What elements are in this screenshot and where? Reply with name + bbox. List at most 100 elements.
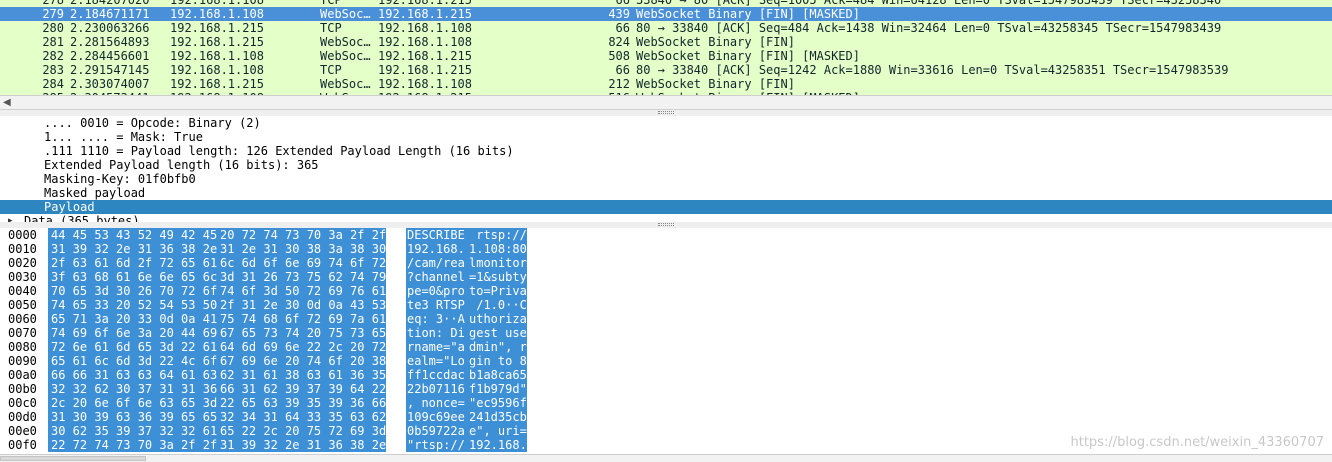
packet-len: 508 [608,49,630,63]
hex-bytes-first: 70 65 3d 30 26 70 72 6f [51,284,218,298]
detail-row[interactable]: .... 0010 = Opcode: Binary (2) [0,116,1332,130]
bytes-row[interactable]: 0010 31 39 32 2e 31 36 38 2e 31 2e 31 30 3… [0,242,1332,256]
hex-selection: 74 69 6f 6e 3a 20 44 69 67 65 73 74 20 75… [48,326,386,340]
packet-time: 2.184671171 [70,7,150,21]
hex-bytes-second: 32 34 31 64 33 35 63 62 [220,410,387,424]
packet-row[interactable]: 280 2.230063266 192.168.1.215 TCP 192.168.1.… [0,21,1332,35]
packet-row[interactable]: 282 2.284456601 192.168.1.108 WebSoc… 192.16… [0,49,1332,63]
packet-len: 66 [615,21,630,35]
packet-row[interactable]: 278 2.184207020 192.168.1.108 TCP 192.168.1.… [0,0,1332,7]
packet-proto: WebSoc… [320,77,371,91]
bytes-row[interactable]: 0020 2f 63 61 6d 2f 72 65 61 6c 6d 6f 6e 6… [0,256,1332,270]
ascii-second: to=Priva [469,284,527,298]
packet-dst: 192.168.1.108 [378,21,472,35]
packet-len: 439 [608,7,630,21]
ascii-selection: rname="a dmin", r [406,340,527,354]
ascii-second: /1.0··CS [469,298,535,312]
bytes-row[interactable]: 0040 70 65 3d 30 26 70 72 6f 74 6f 3d 50 7… [0,284,1332,298]
packet-list-horizontal-scrollbar[interactable]: ◀ [0,95,1332,110]
packet-row[interactable]: 279 2.184671171 192.168.1.108 WebSoc… 192.16… [0,7,1332,21]
packet-time: 2.303074007 [70,77,150,91]
bytes-row[interactable]: 00d0 31 30 39 63 36 39 65 65 32 34 31 64 3… [0,410,1332,424]
bytes-row[interactable]: 00a0 66 66 31 63 63 64 61 63 62 31 61 38 6… [0,368,1332,382]
ascii-selection: pe=0&pro to=Priva [406,284,527,298]
ascii-selection: "rtsp:// 192.168. [406,438,527,452]
ascii-selection: , nonce= "ec9596f [406,396,527,410]
hex-bytes-second: 66 31 62 39 37 39 64 22 [220,382,387,396]
bytes-row[interactable]: 0000 44 45 53 43 52 49 42 45 20 72 74 73 7… [0,228,1332,242]
bytes-row[interactable]: 00c0 2c 20 6e 6f 6e 63 65 3d 22 65 63 39 3… [0,396,1332,410]
packet-time: 2.284456601 [70,49,150,63]
bytes-row[interactable]: 0080 72 6e 61 6d 65 3d 22 61 64 6d 69 6e 2… [0,340,1332,354]
ascii-first: ?channel [407,270,465,284]
bytes-row[interactable]: 0050 74 65 33 20 52 54 53 50 2f 31 2e 30 0… [0,298,1332,312]
hex-bytes-first: 22 72 74 73 70 3a 2f 2f [51,438,218,452]
packet-src: 192.168.1.108 [170,63,264,77]
packet-info: WebSocket Binary [FIN] [MASKED] [636,49,860,63]
bytes-offset: 0090 [8,354,37,368]
packet-no: 283 [42,63,64,77]
detail-text: 1... .... = Mask: True [44,130,203,144]
bytes-offset: 00b0 [8,382,37,396]
ascii-second: rtsp:// [469,228,527,242]
detail-row[interactable]: Masked payload [0,186,1332,200]
hex-selection: 3f 63 68 61 6e 6e 65 6c 3d 31 26 73 75 62… [48,270,386,284]
hex-bytes-first: 2f 63 61 6d 2f 72 65 61 [51,256,218,270]
detail-text: Payload [44,200,95,214]
ascii-first: pe=0&pro [407,284,465,298]
detail-text: .... 0010 = Opcode: Binary (2) [44,116,261,130]
packet-details-pane[interactable]: .... 0010 = Opcode: Binary (2) 1... .... … [0,116,1332,224]
detail-row[interactable]: 1... .... = Mask: True [0,130,1332,144]
bytes-offset: 00d0 [8,410,37,424]
ascii-selection: ?channel =1&subty [406,270,527,284]
packet-bytes-pane[interactable]: 0000 44 45 53 43 52 49 42 45 20 72 74 73 7… [0,228,1332,454]
ascii-selection: /cam/rea lmonitor [406,256,527,270]
detail-row[interactable]: .111 1110 = Payload length: 126 Extended… [0,144,1332,158]
hex-selection: 72 6e 61 6d 65 3d 22 61 64 6d 69 6e 22 2c… [48,340,386,354]
detail-row[interactable]: Payload [0,200,1332,214]
bytes-row[interactable]: 0090 65 61 6c 6d 3d 22 4c 6f 67 69 6e 20 7… [0,354,1332,368]
ascii-second: 192.168. [469,438,527,452]
ascii-second: dmin", r [469,340,527,354]
watermark-text: https://blog.csdn.net/weixin_43360707 [1070,435,1324,450]
hex-selection: 30 62 35 39 37 32 32 61 65 22 2c 20 75 72… [48,424,386,438]
bytes-row[interactable]: 0030 3f 63 68 61 6e 6e 65 6c 3d 31 26 73 7… [0,270,1332,284]
packet-proto: TCP [320,0,342,7]
detail-text: Masked payload [44,186,146,200]
packet-row[interactable]: 281 2.281564893 192.168.1.215 WebSoc… 192.16… [0,35,1332,49]
ascii-first: "rtsp:// [407,438,465,452]
packet-no: 281 [42,35,64,49]
ascii-first: 192.168. [407,242,465,256]
bytes-horizontal-scrollbar[interactable] [0,454,1332,462]
hex-selection: 66 66 31 63 63 64 61 63 62 31 61 38 63 61… [48,368,386,382]
hex-selection: 74 65 33 20 52 54 53 50 2f 31 2e 30 0d 0a… [48,298,386,312]
packet-no: 282 [42,49,64,63]
packet-list[interactable]: 278 2.184207020 192.168.1.108 TCP 192.168.1.… [0,0,1332,95]
ascii-selection: te3 RTSP /1.0··CS [406,298,534,312]
hex-bytes-second: 67 65 73 74 20 75 73 65 [220,326,387,340]
bytes-offset: 0060 [8,312,37,326]
packet-row[interactable]: 284 2.303074007 192.168.1.215 WebSoc… 192.16… [0,77,1332,91]
packet-len: 66 [615,0,630,7]
bytes-row[interactable]: 0060 65 71 3a 20 33 0d 0a 41 75 74 68 6f 7… [0,312,1332,326]
packet-src: 192.168.1.215 [170,21,264,35]
hex-selection: 22 72 74 73 70 3a 2f 2f 31 39 32 2e 31 36… [48,438,386,452]
hex-bytes-second: 2f 31 2e 30 0d 0a 43 53 [220,298,387,312]
bytes-row[interactable]: 0070 74 69 6f 6e 3a 20 44 69 67 65 73 74 2… [0,326,1332,340]
packet-dst: 192.168.1.215 [378,7,472,21]
packet-no: 284 [42,77,64,91]
ascii-second: e", uri= [469,424,527,438]
ascii-first: 0b59722a [407,424,465,438]
packet-info: WebSocket Binary [FIN] [636,77,795,91]
packet-dst: 192.168.1.108 [378,77,472,91]
scrollbar-thumb[interactable] [0,456,146,461]
hex-selection: 70 65 3d 30 26 70 72 6f 74 6f 3d 50 72 69… [48,284,386,298]
splitter-grip-icon [658,223,674,226]
detail-row[interactable]: Masking-Key: 01f0bfb0 [0,172,1332,186]
packet-src: 192.168.1.215 [170,35,264,49]
ascii-second: gest use [469,326,527,340]
bytes-row[interactable]: 00b0 32 32 62 30 37 31 31 36 66 31 62 39 3… [0,382,1332,396]
detail-row[interactable]: Extended Payload length (16 bits): 365 [0,158,1332,172]
left-arrow-icon[interactable]: ◀ [3,97,11,108]
packet-row[interactable]: 283 2.291547145 192.168.1.108 TCP 192.168.1.… [0,63,1332,77]
